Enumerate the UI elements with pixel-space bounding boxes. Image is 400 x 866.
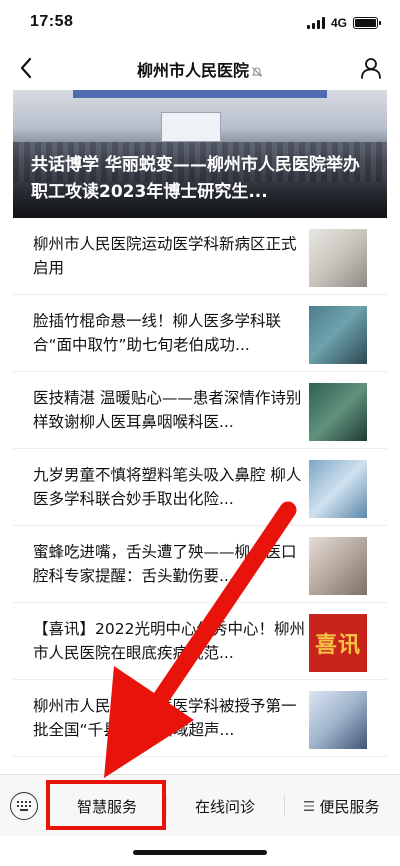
- home-indicator: [133, 850, 267, 855]
- network-label: 4G: [330, 16, 347, 30]
- highlight-box: [46, 780, 166, 830]
- list-item[interactable]: 脸插竹棍命悬一线！柳人医多学科联合“面中取竹”助七旬老伯成功...: [13, 295, 387, 372]
- news-title: 蜜蜂吃进嘴，舌头遭了殃——柳人医口腔科专家提醒：舌头勤伤要...: [33, 543, 297, 585]
- keyboard-toggle-button[interactable]: [10, 792, 38, 820]
- news-title: 【喜讯】2022光明中心优秀中心！柳州市人民医院在眼底疾病规范...: [33, 620, 305, 662]
- news-title: 脸插竹棍命悬一线！柳人医多学科联合“面中取竹”助七旬老伯成功...: [33, 312, 282, 354]
- news-thumbnail: [309, 537, 367, 595]
- news-title: 医技精湛 温暖贴心——患者深情作诗别样致谢柳人医耳鼻咽喉科医...: [33, 389, 302, 431]
- menu-label: 在线问诊: [194, 797, 255, 816]
- page-title: 柳州市人民医院: [0, 57, 400, 81]
- list-item[interactable]: 医技精湛 温暖贴心——患者深情作诗别样致谢柳人医耳鼻咽喉科医...: [13, 372, 387, 449]
- status-icons: 4G: [306, 16, 381, 30]
- menu-label: 便民服务: [319, 797, 380, 816]
- person-icon: [361, 58, 381, 79]
- news-thumbnail: [309, 229, 367, 287]
- keyboard-icon: [17, 801, 31, 811]
- news-list: 柳州市人民医院运动医学科新病区正式启用 脸插竹棍命悬一线！柳人医多学科联合“面中…: [13, 218, 387, 757]
- list-item[interactable]: 柳州市人民医院运动医学科新病区正式启用: [13, 218, 387, 295]
- signal-icon: [306, 17, 325, 29]
- list-item[interactable]: 九岁男童不慎将塑料笔头吸入鼻腔 柳人医多学科联合妙手取出化险...: [13, 449, 387, 526]
- news-thumbnail: [309, 306, 367, 364]
- news-title: 柳州市人民医院运动医学科新病区正式启用: [33, 235, 297, 277]
- news-title: 柳州市人民医院超声医学科被授予第一批全国“千县工程”县域超声...: [33, 697, 297, 739]
- list-item[interactable]: 柳州市人民医院超声医学科被授予第一批全国“千县工程”县域超声...: [13, 680, 387, 757]
- submenu-icon: [304, 801, 315, 811]
- news-thumbnail: [309, 383, 367, 441]
- menu-convenience-service[interactable]: 便民服务: [284, 775, 400, 837]
- nav-bar: 柳州市人民医院: [0, 46, 400, 90]
- mute-bell-icon: [251, 66, 263, 77]
- menu-online-consult[interactable]: 在线问诊: [166, 775, 284, 837]
- list-item[interactable]: 【喜讯】2022光明中心优秀中心！柳州市人民医院在眼底疾病规范... 喜讯: [13, 603, 387, 680]
- hero-title: 共话博学 华丽蜕变——柳州市人民医院举办职工攻读2023年博士研究生...: [31, 155, 360, 202]
- status-time: 17:58: [30, 13, 74, 30]
- page-title-text: 柳州市人民医院: [136, 61, 249, 80]
- list-item[interactable]: 蜜蜂吃进嘴，舌头遭了殃——柳人医口腔科专家提醒：舌头勤伤要...: [13, 526, 387, 603]
- news-thumbnail: [309, 691, 367, 749]
- status-bar: 17:58 4G: [0, 0, 400, 46]
- profile-button[interactable]: [358, 55, 384, 81]
- thumbnail-label: 喜讯: [314, 633, 361, 658]
- hero-article[interactable]: 共话博学 华丽蜕变——柳州市人民医院举办职工攻读2023年博士研究生...: [13, 90, 387, 218]
- news-title: 九岁男童不慎将塑料笔头吸入鼻腔 柳人医多学科联合妙手取出化险...: [33, 466, 302, 508]
- news-thumbnail: 喜讯: [309, 614, 367, 672]
- battery-icon: [353, 17, 381, 29]
- news-thumbnail: [309, 460, 367, 518]
